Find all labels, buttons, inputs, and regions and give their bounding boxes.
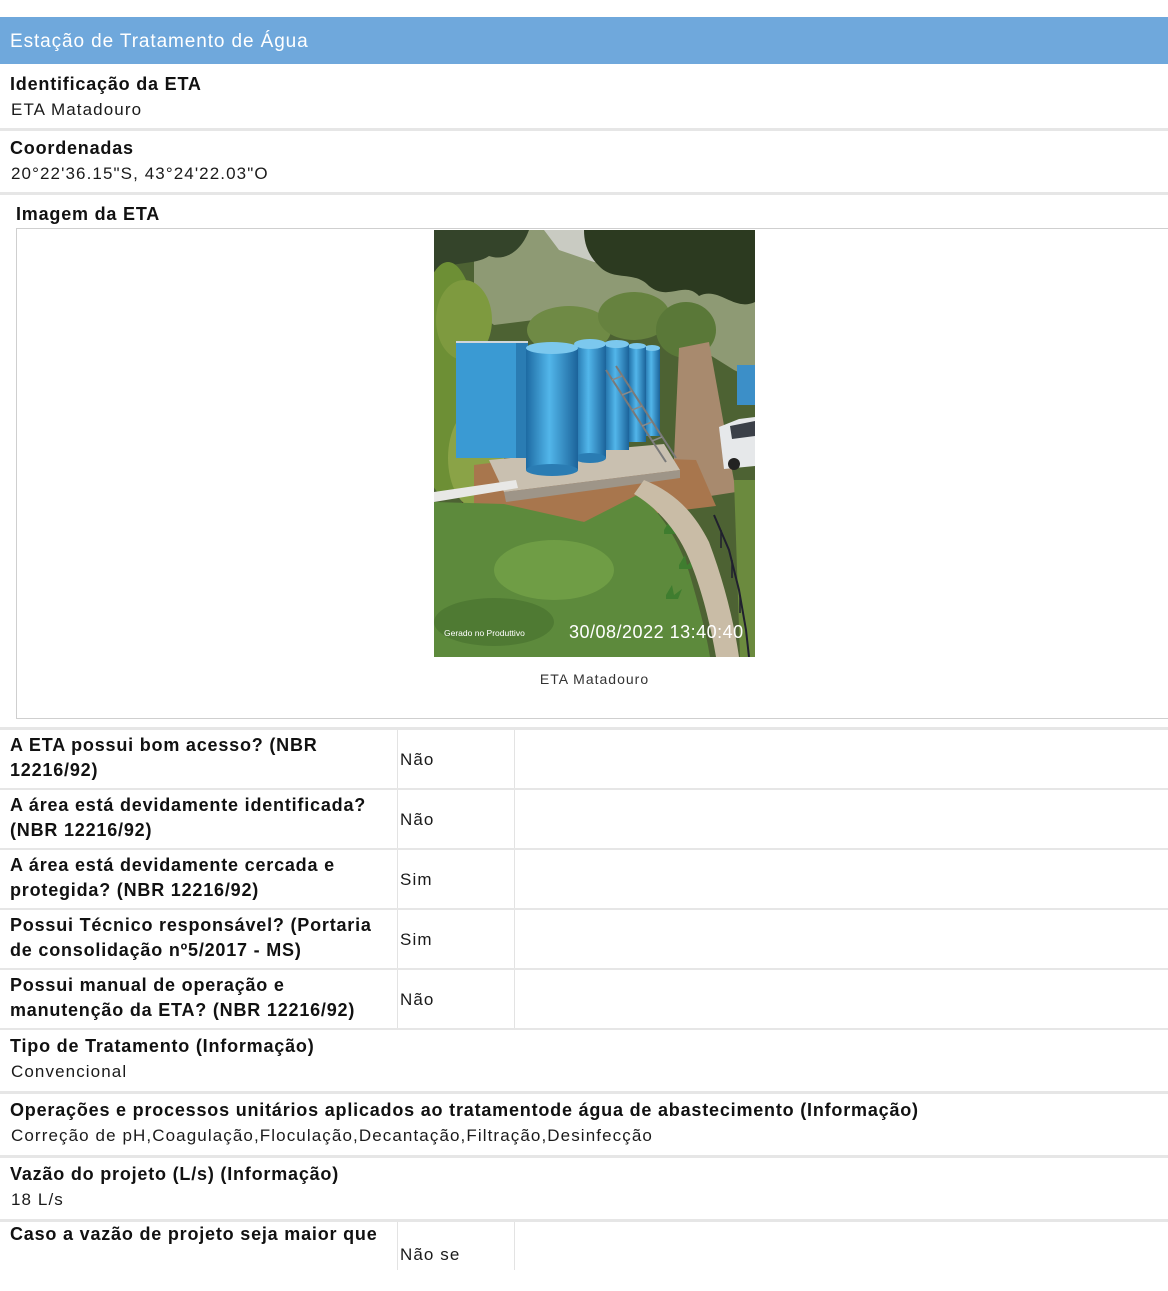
field-label: Imagem da ETA	[16, 204, 161, 224]
field-label: Tipo de Tratamento (Informação)	[10, 1036, 315, 1056]
photo-car	[719, 417, 755, 470]
checklist-answer: Não	[397, 970, 514, 1028]
field-treatment-type: Tipo de Tratamento (Informação) Convenci…	[0, 1030, 1168, 1091]
checklist-row: Caso a vazão de projeto seja maior que N…	[0, 1222, 1168, 1270]
field-label: Identificação da ETA	[10, 74, 202, 94]
checklist-row: A área está devidamente identificada? (N…	[0, 790, 1168, 850]
checklist-row: Possui Técnico responsável? (Portaria de…	[0, 910, 1168, 970]
checklist-notes-cell	[514, 910, 1168, 968]
eta-report: Estação de Tratamento de Água Identifica…	[0, 0, 1168, 1291]
field-unit-operations: Operações e processos unitários aplicado…	[0, 1094, 1168, 1155]
checklist-question: Possui manual de operação e manutenção d…	[10, 975, 356, 1020]
field-value: Convencional	[11, 1062, 128, 1081]
photo-source-label: Gerado no Produttivo	[444, 628, 525, 638]
field-value: 20°22'36.15"S, 43°24'22.03"O	[11, 164, 269, 183]
checklist-notes-cell	[514, 790, 1168, 848]
checklist-notes-cell	[514, 1222, 1168, 1270]
eta-photo: Gerado no Produttivo 30/08/2022 13:40:40	[434, 230, 755, 657]
checklist-answer: Não se	[397, 1222, 514, 1270]
checklist-notes-cell	[514, 970, 1168, 1028]
checklist-question: Caso a vazão de projeto seja maior que	[10, 1224, 378, 1244]
field-design-flow: Vazão do projeto (L/s) (Informação) 18 L…	[0, 1158, 1168, 1219]
checklist-row: A ETA possui bom acesso? (NBR 12216/92) …	[0, 730, 1168, 790]
field-value: 18 L/s	[11, 1190, 64, 1209]
checklist-notes-cell	[514, 730, 1168, 788]
checklist-question: A ETA possui bom acesso? (NBR 12216/92)	[10, 735, 318, 780]
field-label: Operações e processos unitários aplicado…	[10, 1100, 919, 1120]
checklist-row: Possui manual de operação e manutenção d…	[0, 970, 1168, 1030]
checklist-answer: Não	[397, 790, 514, 848]
section-title: Estação de Tratamento de Água	[10, 31, 309, 52]
checklist-question: A área está devidamente identificada? (N…	[10, 795, 367, 840]
section-header: Estação de Tratamento de Água	[0, 17, 1168, 64]
field-label: Vazão do projeto (L/s) (Informação)	[10, 1164, 340, 1184]
checklist-answer: Sim	[397, 910, 514, 968]
field-value: Correção de pH,Coagulação,Floculação,Dec…	[11, 1126, 653, 1145]
field-image: Imagem da ETA Gerado no Produttivo 30/08…	[0, 195, 1168, 727]
field-value: ETA Matadouro	[11, 100, 143, 119]
image-frame: Gerado no Produttivo 30/08/2022 13:40:40…	[16, 228, 1168, 719]
checklist-row: A área está devidamente cercada e proteg…	[0, 850, 1168, 910]
field-coordinates: Coordenadas 20°22'36.15"S, 43°24'22.03"O	[0, 131, 1168, 192]
image-caption: ETA Matadouro	[539, 671, 650, 687]
checklist-notes-cell	[514, 850, 1168, 908]
photo-timestamp: 30/08/2022 13:40:40	[569, 622, 744, 642]
field-label: Coordenadas	[10, 138, 134, 158]
checklist-question: Possui Técnico responsável? (Portaria de…	[10, 915, 372, 960]
checklist-question: A área está devidamente cercada e proteg…	[10, 855, 335, 900]
field-identification: Identificação da ETA ETA Matadouro	[0, 64, 1168, 128]
checklist-answer: Sim	[397, 850, 514, 908]
checklist-answer: Não	[397, 730, 514, 788]
